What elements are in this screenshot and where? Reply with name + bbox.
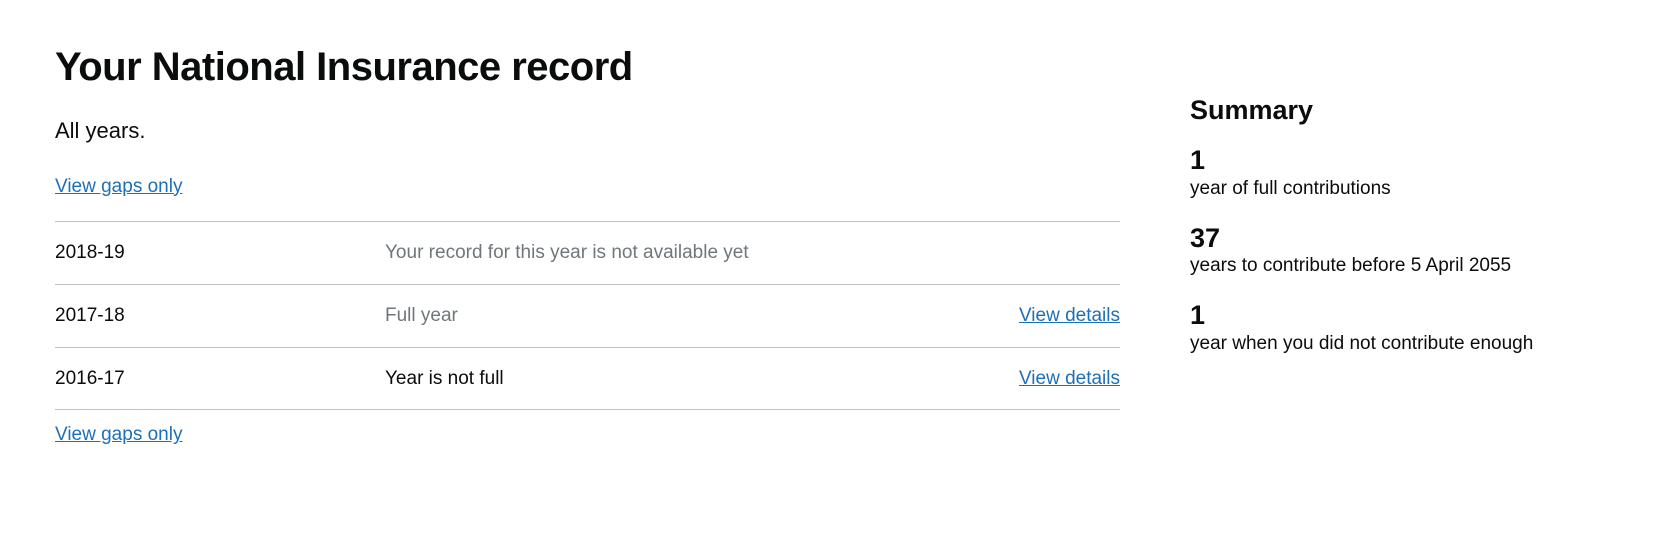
view-gaps-link-bottom[interactable]: View gaps only bbox=[55, 422, 182, 448]
table-row: 2018-19Your record for this year is not … bbox=[55, 222, 1120, 285]
action-cell: View details bbox=[980, 347, 1120, 410]
year-cell: 2017-18 bbox=[55, 284, 385, 347]
table-row: 2017-18Full year View details bbox=[55, 284, 1120, 347]
view-gaps-link-top[interactable]: View gaps only bbox=[55, 174, 182, 200]
action-cell bbox=[980, 222, 1120, 285]
stat-description: year when you did not contribute enough bbox=[1190, 331, 1605, 357]
view-details-link[interactable]: View details bbox=[1019, 303, 1120, 329]
table-row: 2016-17Year is not full View details bbox=[55, 347, 1120, 410]
stat-number: 1 bbox=[1190, 146, 1605, 176]
status-cell: Your record for this year is not availab… bbox=[385, 222, 980, 285]
summary-stat: 37years to contribute before 5 April 205… bbox=[1190, 224, 1605, 279]
stat-description: years to contribute before 5 April 2055 bbox=[1190, 253, 1605, 279]
stat-description: year of full contributions bbox=[1190, 176, 1605, 202]
ni-record-table: 2018-19Your record for this year is not … bbox=[55, 221, 1120, 410]
status-cell: Year is not full bbox=[385, 347, 980, 410]
summary-stat: 1year of full contributions bbox=[1190, 146, 1605, 201]
status-cell: Full year bbox=[385, 284, 980, 347]
stat-number: 1 bbox=[1190, 301, 1605, 331]
action-cell: View details bbox=[980, 284, 1120, 347]
stat-number: 37 bbox=[1190, 224, 1605, 254]
summary-stat: 1year when you did not contribute enough bbox=[1190, 301, 1605, 356]
view-details-link[interactable]: View details bbox=[1019, 366, 1120, 392]
subtitle: All years. bbox=[55, 116, 1120, 146]
year-cell: 2018-19 bbox=[55, 222, 385, 285]
page-title: Your National Insurance record bbox=[55, 40, 1120, 94]
summary-heading: Summary bbox=[1190, 92, 1605, 128]
year-cell: 2016-17 bbox=[55, 347, 385, 410]
